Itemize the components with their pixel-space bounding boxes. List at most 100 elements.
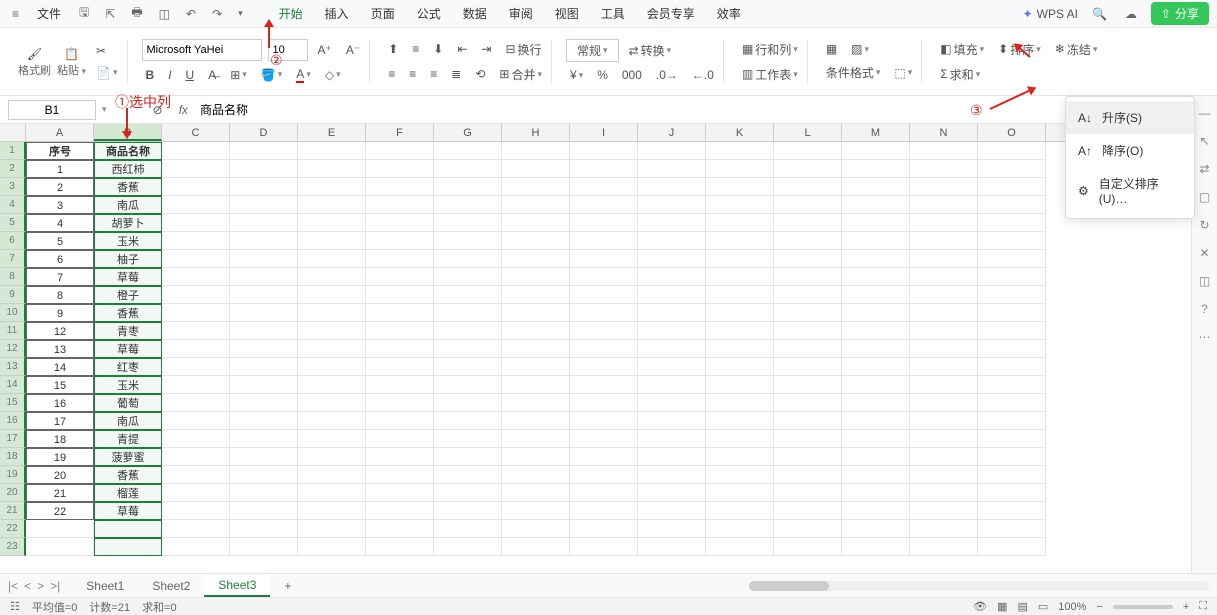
cell[interactable] bbox=[502, 322, 570, 340]
row-header[interactable]: 5 bbox=[0, 214, 26, 232]
row-header[interactable]: 11 bbox=[0, 322, 26, 340]
cell[interactable] bbox=[298, 466, 366, 484]
cell[interactable] bbox=[706, 214, 774, 232]
cell[interactable] bbox=[502, 340, 570, 358]
cell[interactable] bbox=[502, 376, 570, 394]
cell[interactable] bbox=[298, 214, 366, 232]
cell[interactable]: 橙子 bbox=[94, 286, 162, 304]
cell[interactable] bbox=[570, 340, 638, 358]
cell[interactable] bbox=[502, 484, 570, 502]
cell[interactable] bbox=[638, 232, 706, 250]
cell[interactable] bbox=[298, 394, 366, 412]
cell[interactable] bbox=[774, 430, 842, 448]
cell[interactable] bbox=[162, 394, 230, 412]
cell[interactable] bbox=[774, 358, 842, 376]
cell[interactable] bbox=[774, 484, 842, 502]
cell[interactable] bbox=[638, 520, 706, 538]
tab-start[interactable]: 开始 bbox=[277, 1, 305, 26]
cell[interactable] bbox=[978, 484, 1046, 502]
cell[interactable] bbox=[366, 412, 434, 430]
cell[interactable] bbox=[978, 232, 1046, 250]
cell[interactable] bbox=[162, 520, 230, 538]
cell[interactable] bbox=[842, 466, 910, 484]
cell[interactable] bbox=[570, 178, 638, 196]
row-header[interactable]: 16 bbox=[0, 412, 26, 430]
cell[interactable] bbox=[774, 376, 842, 394]
cell[interactable] bbox=[298, 412, 366, 430]
sheet-first-icon[interactable]: |< bbox=[8, 579, 18, 593]
col-K[interactable]: K bbox=[706, 124, 774, 141]
cell[interactable] bbox=[570, 322, 638, 340]
cell[interactable] bbox=[706, 250, 774, 268]
comma-icon[interactable]: 000 bbox=[618, 66, 646, 84]
formula-input[interactable] bbox=[200, 100, 1209, 120]
cell[interactable]: 8 bbox=[26, 286, 94, 304]
col-N[interactable]: N bbox=[910, 124, 978, 141]
cell[interactable]: 商品名称 bbox=[94, 142, 162, 160]
wrap-button[interactable]: ⊟ 换行 bbox=[501, 39, 545, 60]
cell[interactable] bbox=[842, 250, 910, 268]
cell[interactable] bbox=[434, 394, 502, 412]
cell[interactable] bbox=[842, 502, 910, 520]
cell[interactable] bbox=[638, 142, 706, 160]
cell[interactable] bbox=[910, 250, 978, 268]
table-style-icon[interactable]: ▦ bbox=[822, 40, 841, 58]
cell[interactable] bbox=[570, 448, 638, 466]
row-header[interactable]: 20 bbox=[0, 484, 26, 502]
cell[interactable] bbox=[774, 268, 842, 286]
cell[interactable] bbox=[230, 358, 298, 376]
cell[interactable] bbox=[842, 304, 910, 322]
zoom-slider[interactable] bbox=[1113, 605, 1173, 609]
cloud-icon[interactable]: ☁ bbox=[1121, 5, 1141, 23]
cell[interactable] bbox=[706, 340, 774, 358]
increase-font-icon[interactable]: A⁺ bbox=[314, 41, 336, 59]
col-H[interactable]: H bbox=[502, 124, 570, 141]
cell[interactable] bbox=[842, 268, 910, 286]
cell[interactable]: 榴莲 bbox=[94, 484, 162, 502]
cell[interactable] bbox=[910, 430, 978, 448]
cell[interactable] bbox=[26, 538, 94, 556]
cell[interactable] bbox=[366, 376, 434, 394]
preview-icon[interactable]: ◫ bbox=[155, 5, 174, 23]
fill-color-icon[interactable]: 🪣▾ bbox=[257, 66, 286, 84]
search-icon[interactable]: 🔍 bbox=[1088, 5, 1111, 23]
cut-icon[interactable]: ✂ bbox=[92, 42, 121, 60]
cell[interactable] bbox=[162, 250, 230, 268]
cell[interactable] bbox=[706, 232, 774, 250]
cell[interactable] bbox=[366, 538, 434, 556]
cell[interactable] bbox=[502, 178, 570, 196]
cell[interactable] bbox=[842, 358, 910, 376]
row-header[interactable]: 6 bbox=[0, 232, 26, 250]
cell[interactable] bbox=[570, 160, 638, 178]
cell[interactable] bbox=[638, 484, 706, 502]
number-format-select[interactable]: 常规 ▾ bbox=[566, 39, 619, 62]
cell[interactable] bbox=[706, 430, 774, 448]
cell[interactable] bbox=[162, 178, 230, 196]
cell[interactable]: 4 bbox=[26, 214, 94, 232]
cell[interactable] bbox=[570, 250, 638, 268]
cell[interactable] bbox=[774, 538, 842, 556]
tab-efficiency[interactable]: 效率 bbox=[715, 1, 743, 26]
font-size-select[interactable] bbox=[268, 39, 308, 61]
orientation-icon[interactable]: ⟲ bbox=[471, 65, 489, 83]
cell[interactable] bbox=[842, 394, 910, 412]
cell[interactable] bbox=[774, 322, 842, 340]
cell[interactable] bbox=[706, 304, 774, 322]
cell[interactable] bbox=[842, 538, 910, 556]
cell[interactable] bbox=[366, 268, 434, 286]
add-sheet-button[interactable]: + bbox=[270, 576, 305, 596]
cell[interactable] bbox=[230, 376, 298, 394]
cell[interactable] bbox=[366, 466, 434, 484]
cell-style-icon[interactable]: ▨▾ bbox=[847, 40, 873, 58]
menu-icon[interactable]: ≡ bbox=[8, 5, 23, 23]
cell[interactable] bbox=[366, 232, 434, 250]
cell[interactable] bbox=[298, 232, 366, 250]
col-E[interactable]: E bbox=[298, 124, 366, 141]
cell[interactable] bbox=[366, 358, 434, 376]
cell[interactable]: 20 bbox=[26, 466, 94, 484]
tab-tools[interactable]: 工具 bbox=[599, 1, 627, 26]
cell[interactable] bbox=[910, 394, 978, 412]
cell[interactable] bbox=[502, 520, 570, 538]
cell[interactable] bbox=[230, 502, 298, 520]
cell[interactable] bbox=[978, 448, 1046, 466]
